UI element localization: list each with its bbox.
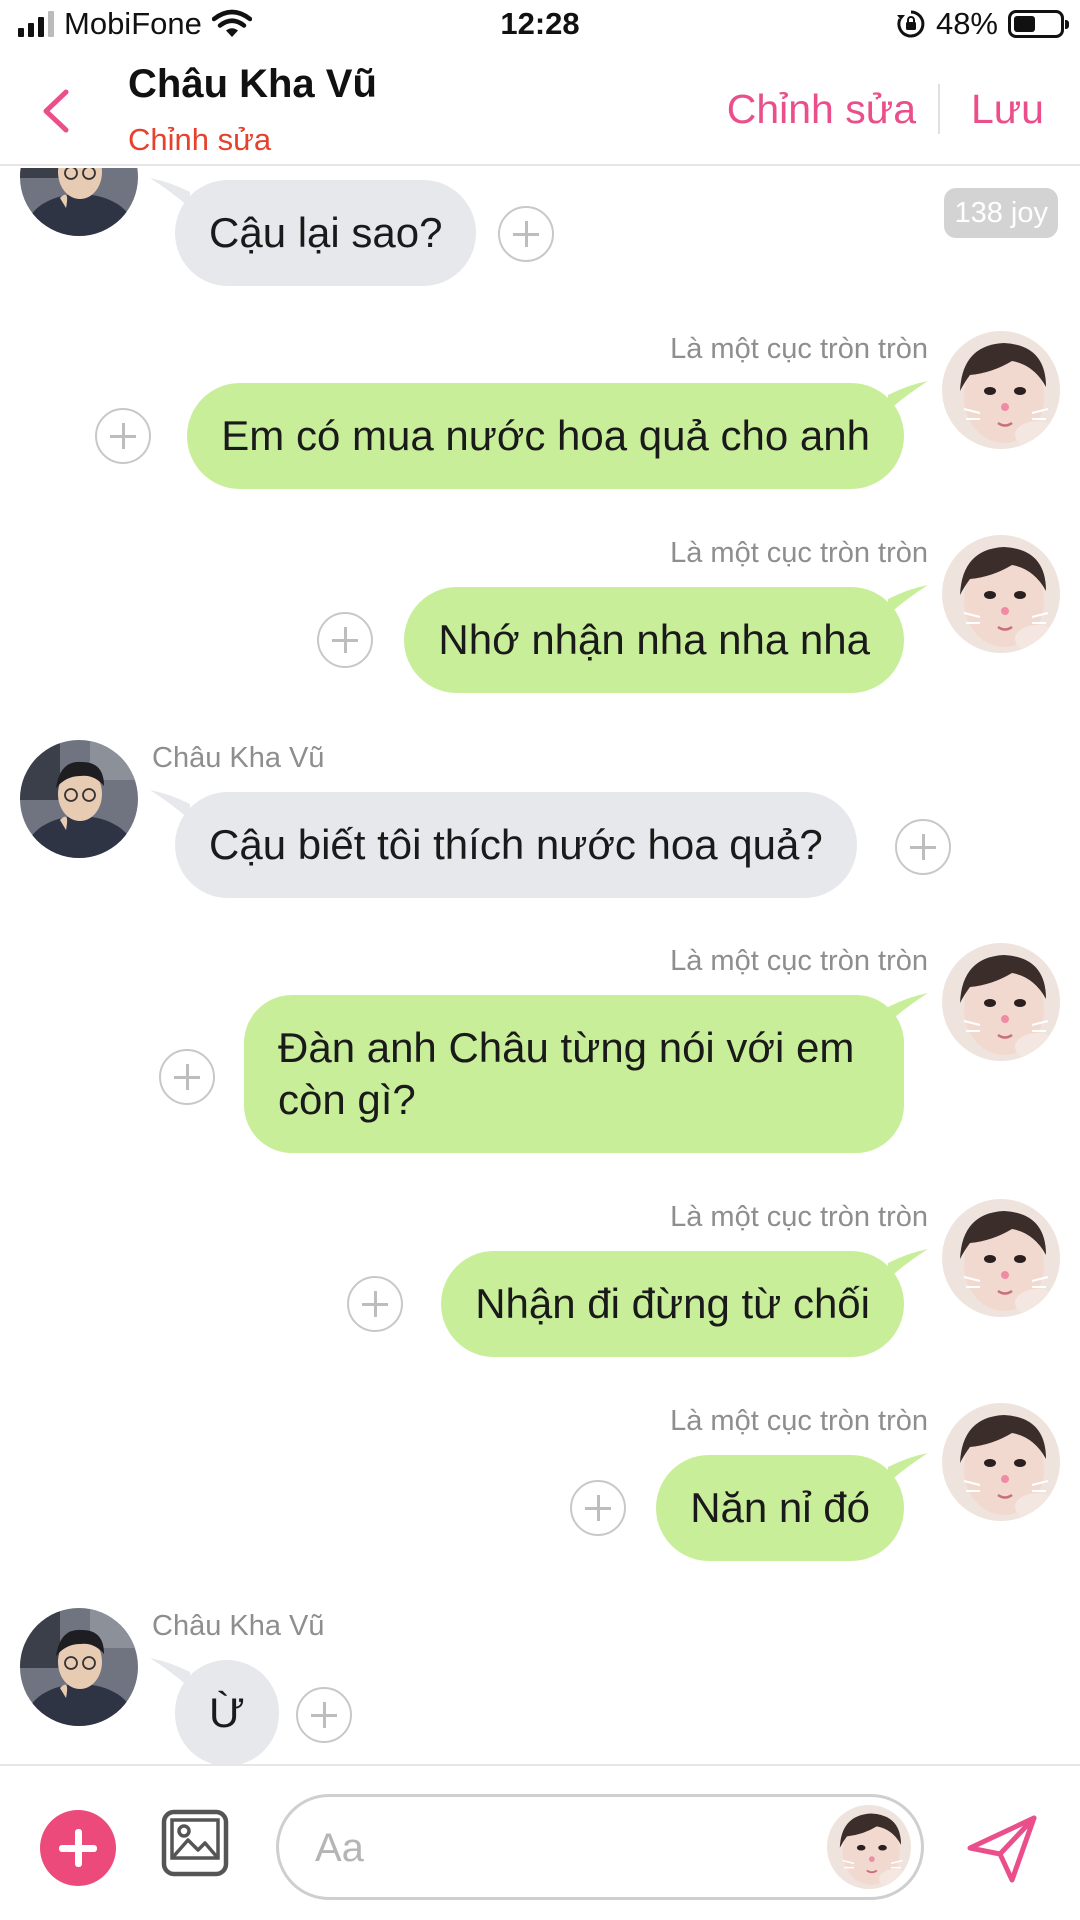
message-row: Cậu lại sao?: [0, 168, 1080, 288]
message-input-box[interactable]: [276, 1794, 924, 1900]
sender-avatar[interactable]: [827, 1805, 911, 1889]
message-bubble[interactable]: Nhận đi đừng từ chối: [441, 1251, 904, 1357]
message-row: Là một cục tròn tròn Nhận đi đừng từ chố…: [0, 1199, 1080, 1357]
message-list[interactable]: 138 joy Cậu lại sao? Là một cục tròn trò…: [0, 168, 1080, 1764]
message-bubble[interactable]: Ừ: [175, 1660, 279, 1764]
sender-name: Châu Kha Vũ: [152, 1610, 325, 1642]
message-bubble[interactable]: Cậu lại sao?: [175, 180, 477, 286]
send-icon[interactable]: [964, 1810, 1040, 1886]
sender-name: Là một cục tròn tròn: [670, 537, 928, 569]
avatar[interactable]: [942, 943, 1060, 1061]
message-input[interactable]: [315, 1819, 775, 1877]
message-row: Là một cục tròn tròn Nhớ nhận nha nha nh…: [0, 535, 1080, 693]
status-bar: MobiFone 12:28 48%: [0, 0, 1080, 56]
sender-name: Châu Kha Vũ: [152, 742, 325, 774]
message-row: Châu Kha Vũ Ừ: [0, 1608, 1080, 1764]
chat-header: Châu Kha Vũ Chỉnh sửa Chỉnh sửa Lưu: [0, 56, 1080, 166]
avatar[interactable]: [20, 740, 138, 858]
message-bubble[interactable]: Nhớ nhận nha nha nha: [404, 587, 904, 693]
sender-name: Là một cục tròn tròn: [670, 1405, 928, 1437]
edit-button[interactable]: Chỉnh sửa: [727, 86, 916, 133]
sender-name: Là một cục tròn tròn: [670, 945, 928, 977]
chat-screen: MobiFone 12:28 48% Châu Kha Vũ Chỉnh sửa…: [0, 0, 1080, 1920]
avatar[interactable]: [942, 1199, 1060, 1317]
add-reaction-button[interactable]: [347, 1276, 403, 1332]
composer-bar: [0, 1764, 1080, 1920]
avatar[interactable]: [20, 168, 138, 236]
battery-percent: 48%: [935, 6, 998, 41]
save-button[interactable]: Lưu: [971, 86, 1044, 133]
battery-fill: [1014, 16, 1036, 32]
sender-name: Là một cục tròn tròn: [670, 1201, 928, 1233]
message-row: Là một cục tròn tròn Em có mua nước hoa …: [0, 331, 1080, 489]
header-divider: [938, 84, 940, 134]
battery-icon: [1008, 10, 1069, 38]
message-row: Là một cục tròn tròn Đàn anh Châu từng n…: [0, 943, 1080, 1155]
avatar[interactable]: [942, 1403, 1060, 1521]
message-bubble[interactable]: Đàn anh Châu từng nói với em còn gì?: [244, 995, 904, 1153]
add-reaction-button[interactable]: [570, 1480, 626, 1536]
sender-name: Là một cục tròn tròn: [670, 333, 928, 365]
plus-icon[interactable]: [40, 1810, 116, 1886]
message-row: Châu Kha Vũ Cậu biết tôi thích nước hoa …: [0, 740, 1080, 898]
rotation-lock-icon: [896, 10, 925, 38]
avatar[interactable]: [20, 1608, 138, 1726]
message-bubble[interactable]: Năn nỉ đó: [656, 1455, 904, 1561]
add-reaction-button[interactable]: [159, 1049, 215, 1105]
chat-subtitle[interactable]: Chỉnh sửa: [128, 122, 271, 158]
add-reaction-button[interactable]: [296, 1687, 352, 1743]
chat-title: Châu Kha Vũ: [128, 62, 377, 106]
add-reaction-button[interactable]: [95, 408, 151, 464]
chevron-left-icon[interactable]: [36, 86, 76, 136]
image-icon[interactable]: [160, 1808, 230, 1878]
add-reaction-button[interactable]: [317, 612, 373, 668]
message-row: Là một cục tròn tròn Năn nỉ đó: [0, 1403, 1080, 1561]
message-bubble[interactable]: Em có mua nước hoa quả cho anh: [187, 383, 904, 489]
avatar[interactable]: [942, 331, 1060, 449]
add-reaction-button[interactable]: [498, 206, 554, 262]
avatar[interactable]: [942, 535, 1060, 653]
add-reaction-button[interactable]: [895, 819, 951, 875]
message-bubble[interactable]: Cậu biết tôi thích nước hoa quả?: [175, 792, 857, 898]
